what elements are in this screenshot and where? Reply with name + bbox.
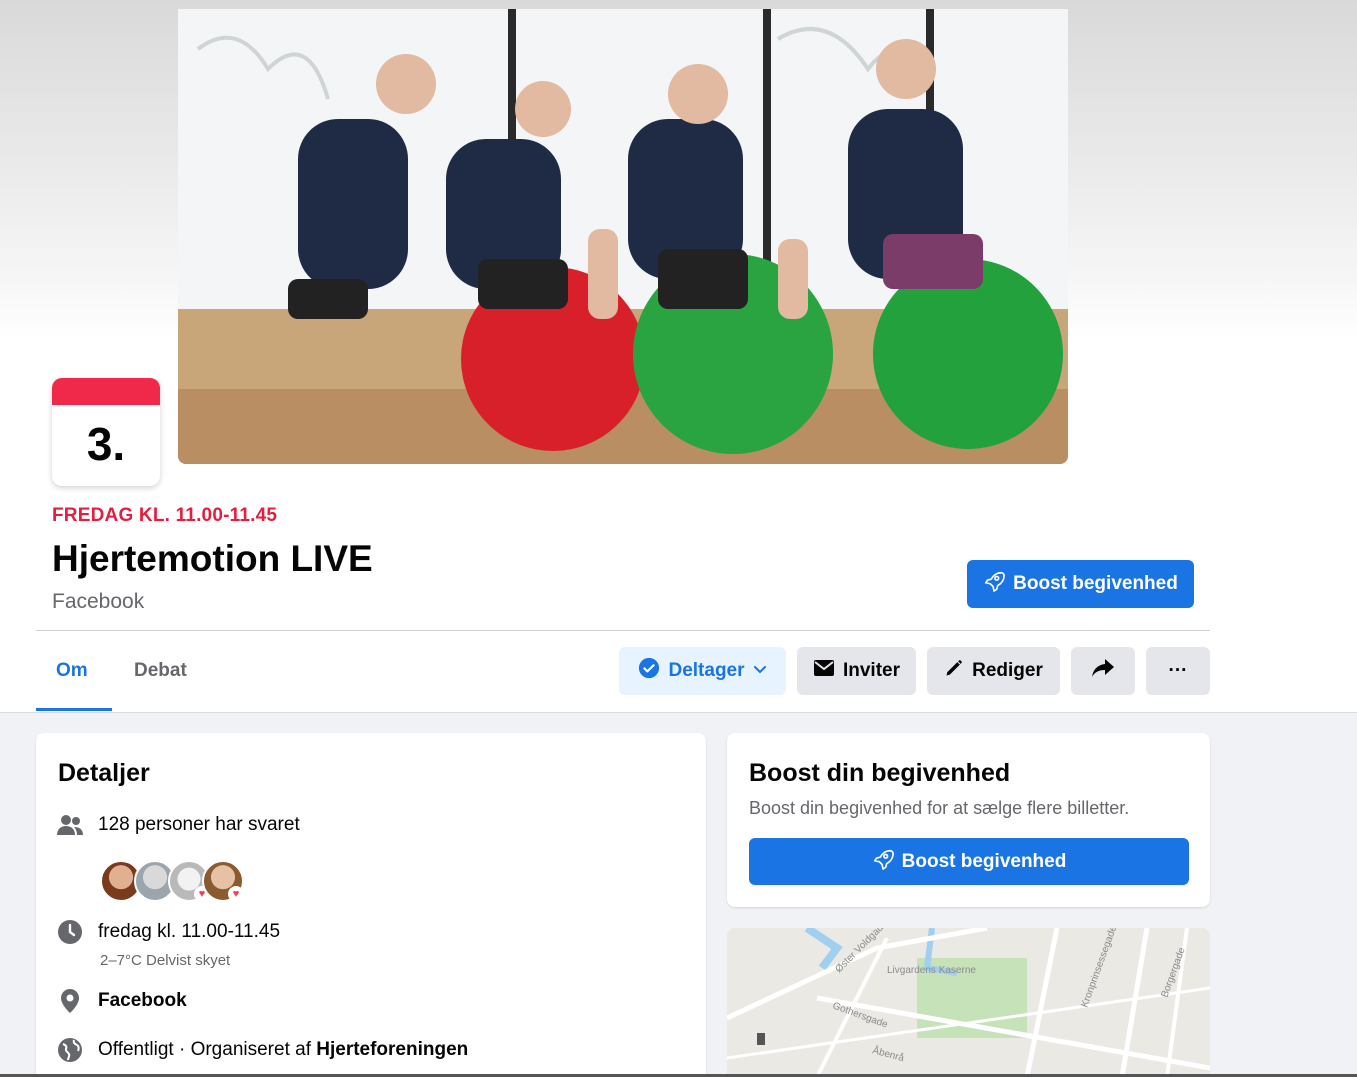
calendar-band [52, 378, 160, 405]
avatar[interactable]: ♥ [202, 860, 244, 902]
invite-button[interactable]: Inviter [797, 647, 916, 695]
heart-icon: ♥ [228, 886, 244, 902]
edit-label: Rediger [972, 660, 1043, 681]
more-options-button[interactable]: ··· [1146, 647, 1210, 695]
boost-event-label: Boost begivenhed [1013, 573, 1178, 594]
edit-button[interactable]: Rediger [927, 647, 1060, 695]
pencil-icon [944, 658, 964, 684]
boost-card-heading: Boost din begivenhed [749, 759, 1011, 787]
location-pin-icon [56, 987, 84, 1015]
privacy-text: Offentligt · Organiseret af [98, 1039, 317, 1060]
boost-event-button[interactable]: Boost begivenhed [967, 560, 1194, 608]
event-location[interactable]: Facebook [52, 590, 144, 614]
responses-row[interactable]: 128 personer har svaret [56, 811, 300, 839]
chevron-down-icon [753, 660, 767, 682]
check-circle-icon [638, 657, 660, 685]
tab-about[interactable]: Om [56, 660, 88, 682]
privacy-row: Offentligt · Organiseret af Hjerteforeni… [56, 1036, 468, 1064]
details-heading: Detaljer [58, 759, 150, 787]
more-dots-icon: ··· [1168, 660, 1188, 681]
rocket-icon [872, 848, 894, 876]
envelope-icon [813, 659, 835, 683]
date-day: 3. [86, 418, 126, 470]
invite-label: Inviter [842, 660, 901, 681]
tab-discussion[interactable]: Debat [134, 660, 187, 682]
location-map[interactable]: Øster Voldgade Livgardens Kaserne Gother… [727, 928, 1210, 1077]
weather-forecast: 2–7°C Delvist skyet [100, 952, 231, 969]
responder-avatars[interactable]: ♥ ♥ [100, 860, 244, 902]
time-row: fredag kl. 11.00-11.45 [56, 918, 280, 946]
clock-icon [56, 918, 84, 946]
responses-count: 128 personer har svaret [98, 814, 300, 835]
place-row[interactable]: Facebook [56, 987, 187, 1015]
rocket-icon [983, 570, 1006, 598]
boost-card-button[interactable]: Boost begivenhed [749, 838, 1189, 885]
people-icon [56, 811, 84, 839]
share-button[interactable] [1071, 647, 1135, 695]
header-divider [36, 630, 1210, 631]
event-place: Facebook [98, 990, 187, 1011]
event-time: fredag kl. 11.00-11.45 [98, 921, 281, 942]
active-tab-indicator [36, 708, 112, 711]
event-date-time: FREDAG KL. 11.00-11.45 [52, 505, 278, 526]
going-label: Deltager [668, 660, 745, 681]
going-button[interactable]: Deltager [619, 647, 786, 695]
boost-card-button-label: Boost begivenhed [901, 850, 1067, 872]
details-card: Detaljer [36, 733, 706, 1077]
share-arrow-icon [1091, 657, 1115, 685]
map-label: Livgardens Kaserne [887, 965, 976, 976]
cover-photo[interactable] [178, 9, 1068, 464]
organizer-link[interactable]: Hjerteforeningen [316, 1039, 468, 1060]
globe-icon [56, 1036, 84, 1064]
boost-card-text: Boost din begivenhed for at sælge flere … [749, 798, 1130, 818]
date-badge: 3. [52, 378, 160, 486]
event-title: Hjertemotion LIVE [52, 538, 373, 579]
